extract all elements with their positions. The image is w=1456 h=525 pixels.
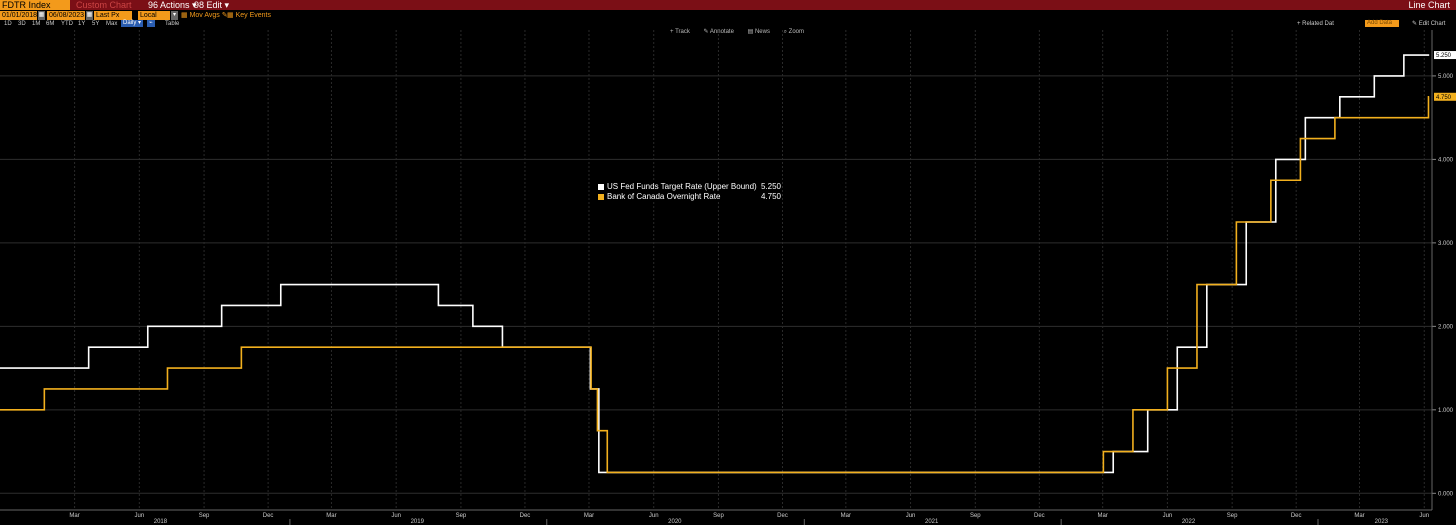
legend-name-fed: US Fed Funds Target Rate (Upper Bound) xyxy=(607,182,757,191)
legend-entry-fed: US Fed Funds Target Rate (Upper Bound) 5… xyxy=(598,182,781,192)
legend-swatch-boc xyxy=(598,194,604,200)
y-tick-label: 1.000 xyxy=(1438,408,1454,414)
legend-entry-boc: Bank of Canada Overnight Rate 4.750 xyxy=(598,192,781,202)
x-tick-label: Jun xyxy=(1163,513,1173,519)
year-label: 2020 xyxy=(668,519,682,525)
x-tick-label: Jun xyxy=(391,513,401,519)
x-tick-label: Sep xyxy=(1227,513,1238,519)
boc-rate-series-line xyxy=(0,95,1430,474)
chart-legend: US Fed Funds Target Rate (Upper Bound) 5… xyxy=(598,182,781,202)
year-label: 2023 xyxy=(1375,519,1389,525)
y-tick-label: 3.000 xyxy=(1438,241,1454,247)
y-tick-label: 2.000 xyxy=(1438,324,1454,330)
legend-value-fed: 5.250 xyxy=(760,182,781,191)
x-tick-label: Mar xyxy=(1098,513,1108,519)
x-tick-label: Dec xyxy=(777,513,788,519)
x-tick-label: Jun xyxy=(649,513,659,519)
year-label: 2018 xyxy=(154,519,168,525)
line-chart[interactable]: 0.000 1.000 2.000 3.000 4.000 5.000 Mar Jun Sep D… xyxy=(0,0,1456,525)
x-tick-label: Mar xyxy=(326,513,336,519)
x-tick-label: Mar xyxy=(69,513,79,519)
y-tick-label: 0.000 xyxy=(1438,491,1454,497)
x-tick-label: Mar xyxy=(584,513,594,519)
x-tick-label: Dec xyxy=(520,513,531,519)
legend-value-boc: 4.750 xyxy=(760,192,781,201)
year-label: 2022 xyxy=(1182,519,1196,525)
x-tick-label: Jun xyxy=(1419,513,1429,519)
x-tick-label: Jun xyxy=(906,513,916,519)
x-tick-label: Dec xyxy=(1291,513,1302,519)
x-tick-label: Sep xyxy=(970,513,981,519)
x-tick-label: Sep xyxy=(713,513,724,519)
x-tick-label: Jun xyxy=(134,513,144,519)
x-tick-label: Dec xyxy=(1034,513,1045,519)
y-tick-label: 5.000 xyxy=(1438,74,1454,80)
last-value-label: 4.750 xyxy=(1436,95,1452,101)
year-label: 2019 xyxy=(411,519,425,525)
x-tick-label: Sep xyxy=(456,513,467,519)
last-value-label: 5.250 xyxy=(1436,53,1452,59)
x-tick-label: Sep xyxy=(199,513,210,519)
legend-swatch-fed xyxy=(598,184,604,190)
x-tick-label: Mar xyxy=(1354,513,1364,519)
x-tick-label: Dec xyxy=(263,513,274,519)
year-label: 2021 xyxy=(925,519,939,525)
y-tick-label: 4.000 xyxy=(1438,157,1454,163)
x-tick-label: Mar xyxy=(841,513,851,519)
legend-name-boc: Bank of Canada Overnight Rate xyxy=(607,192,721,201)
